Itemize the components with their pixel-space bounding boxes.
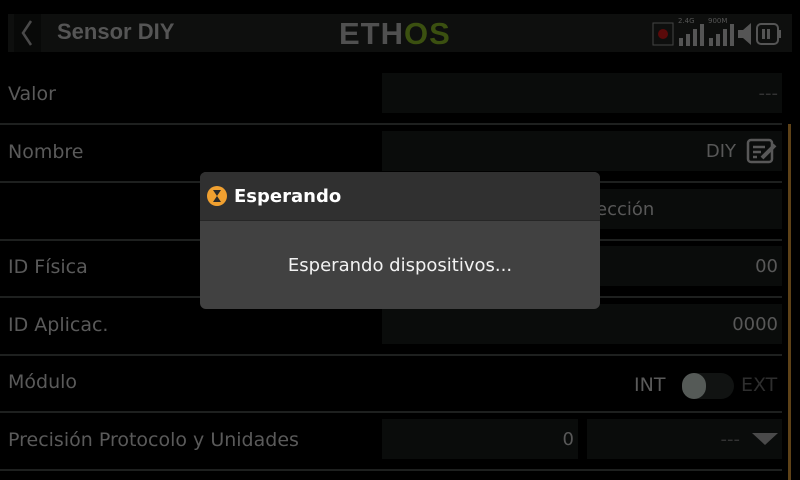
status-icons: 2.4G 900M: [652, 17, 782, 46]
rf-24g-signal-icon: 2.4G: [678, 17, 704, 46]
unit-dropdown[interactable]: ---: [587, 419, 782, 459]
record-icon: [652, 22, 674, 46]
row-valor: Valor ---: [0, 67, 782, 125]
valor-field: ---: [382, 73, 782, 113]
ethos-logo: ETHOS: [339, 16, 451, 51]
valor-label: Valor: [8, 83, 56, 105]
nombre-value: DIY: [705, 140, 736, 162]
row-precision: Precisión Protocolo y Unidades 0 ---: [0, 413, 782, 471]
chevron-left-icon: [21, 20, 33, 46]
int-label: INT: [634, 374, 666, 396]
page-title: Sensor DIY: [57, 19, 175, 44]
dialog-title: Esperando: [234, 185, 342, 207]
waiting-dialog: Esperando Esperando dispositivos...: [200, 172, 600, 309]
chevron-down-icon: [752, 433, 778, 445]
speaker-icon: [738, 23, 751, 45]
toggle-knob: [682, 373, 706, 399]
hourglass-icon: [207, 186, 227, 206]
scrollbar[interactable]: [788, 124, 791, 480]
rf-900m-signal-icon: 900M: [708, 17, 734, 46]
back-button[interactable]: [14, 14, 41, 52]
top-bar: Sensor DIY ETHOS 2.4G 900M: [8, 14, 792, 52]
dialog-message: Esperando dispositivos...: [287, 255, 513, 276]
precision-label: Precisión Protocolo y Unidades: [8, 429, 299, 451]
battery-icon: [756, 23, 781, 45]
dialog-header: Esperando: [200, 172, 600, 221]
precision-field[interactable]: 0: [382, 419, 578, 459]
row-modulo: Módulo INT EXT: [0, 355, 782, 413]
unit-value: ---: [720, 428, 741, 450]
ext-label: EXT: [741, 374, 778, 396]
nombre-field[interactable]: DIY: [382, 131, 782, 171]
id-aplicacion-label: ID Aplicac.: [8, 314, 109, 336]
module-toggle[interactable]: [682, 373, 734, 399]
modulo-label: Módulo: [8, 371, 78, 393]
id-fisica-label: ID Física: [8, 256, 88, 278]
edit-icon: [746, 138, 777, 164]
nombre-label: Nombre: [8, 141, 84, 163]
id-aplicacion-field[interactable]: 0000: [382, 304, 782, 344]
